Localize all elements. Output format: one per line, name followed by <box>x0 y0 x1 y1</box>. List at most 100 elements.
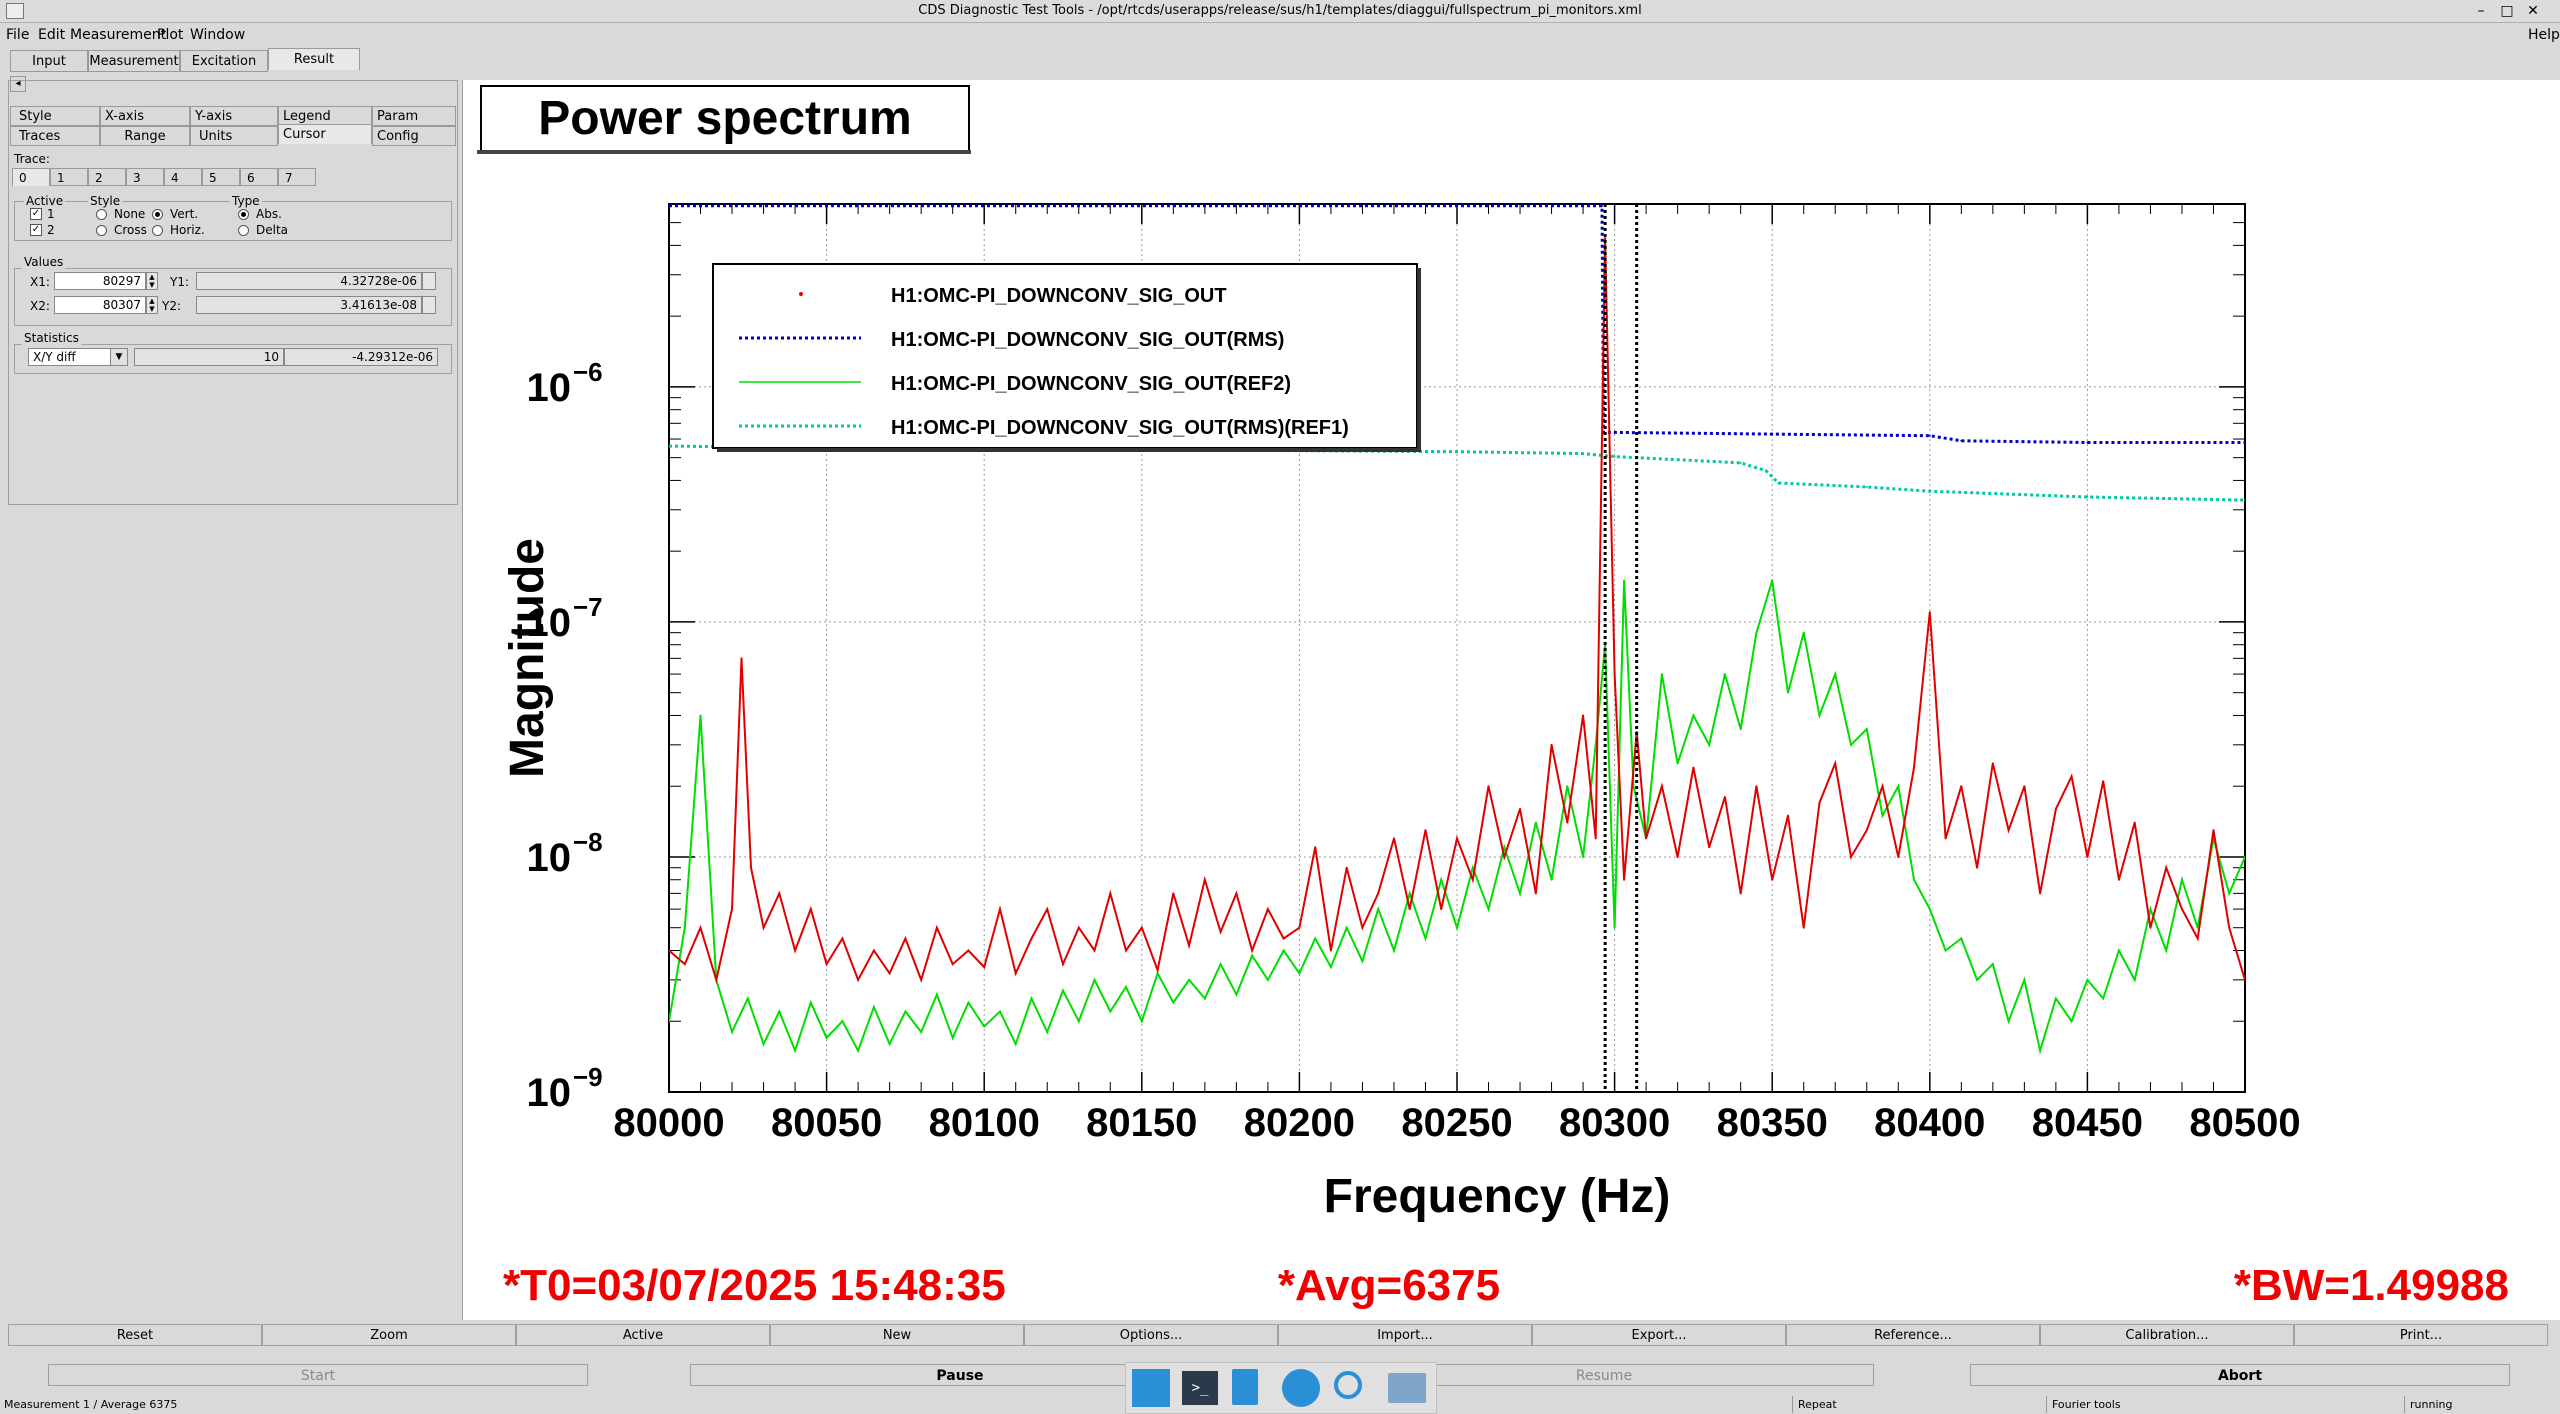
series-2-point <box>1550 878 1553 881</box>
menu-edit[interactable]: Edit <box>38 27 65 43</box>
type-delta-radio[interactable] <box>238 225 249 236</box>
trace-tab-6[interactable]: 6 <box>240 168 278 186</box>
search-icon[interactable] <box>1334 1371 1362 1399</box>
abort-button[interactable]: Abort <box>1970 1364 2510 1386</box>
start-button[interactable]: Start <box>48 1364 588 1386</box>
tab-measurement[interactable]: Measurement <box>88 50 180 72</box>
series-0-point <box>1408 908 1411 911</box>
trace-tab-0[interactable]: 0 <box>12 168 50 186</box>
style-horiz-radio[interactable] <box>152 225 163 236</box>
x-axis-label: Frequency (Hz) <box>1324 1170 1671 1223</box>
type-delta-label: Delta <box>256 223 289 237</box>
style-none-label: None <box>114 207 146 221</box>
trace-tab-1[interactable]: 1 <box>50 168 88 186</box>
series-0-point <box>1172 892 1175 895</box>
x1-field[interactable]: 80297 <box>54 272 146 290</box>
series-2-point <box>1298 972 1301 975</box>
trace-tab-5[interactable]: 5 <box>202 168 240 186</box>
y2-spinner[interactable] <box>422 296 436 314</box>
series-2-point <box>2117 949 2120 952</box>
series-0-point <box>1960 785 1963 788</box>
trace-tab-4[interactable]: 4 <box>164 168 202 186</box>
series-0-point <box>1156 969 1159 972</box>
avg-label: *Avg=6375 <box>1278 1261 1500 1310</box>
menu-file[interactable]: File <box>6 27 29 43</box>
series-0-point <box>1944 837 1947 840</box>
tab-cursor[interactable]: Cursor <box>278 124 372 144</box>
options-button[interactable]: Options... <box>1024 1324 1278 1346</box>
series-2-point <box>699 714 702 717</box>
tab-excitation[interactable]: Excitation <box>180 50 268 72</box>
menu-window[interactable]: Window <box>190 27 245 43</box>
x1-spinner[interactable]: ▲ ▼ <box>146 272 158 290</box>
calibration-button[interactable]: Calibration... <box>2040 1324 2294 1346</box>
plot-area[interactable]: Power spectrum 80000 80050 80100 80150 80200 8… <box>462 80 2560 1320</box>
maximize-button[interactable]: □ <box>2498 2 2516 20</box>
style-none-radio[interactable] <box>96 209 107 220</box>
series-2-point <box>1660 673 1663 676</box>
series-2-point <box>731 1031 734 1034</box>
close-button[interactable]: ✕ <box>2524 2 2542 20</box>
series-0-point <box>1897 855 1900 858</box>
active-1-checkbox[interactable]: ✓ <box>30 208 42 220</box>
tab-range[interactable]: Range <box>100 126 190 146</box>
trace-tab-2[interactable]: 2 <box>88 168 126 186</box>
title-bar: CDS Diagnostic Test Tools - /opt/rtcds/u… <box>0 0 2560 23</box>
type-abs-radio[interactable] <box>238 209 249 220</box>
style-cross-radio[interactable] <box>96 225 107 236</box>
import-button[interactable]: Import... <box>1278 1324 1532 1346</box>
menu-measurement[interactable]: Measurement <box>70 27 166 43</box>
tab-x-axis[interactable]: X-axis <box>100 106 190 126</box>
tab-y-axis[interactable]: Y-axis <box>190 106 278 126</box>
y2-field[interactable]: 3.41613e-08 <box>196 296 422 314</box>
series-0-point <box>857 978 860 981</box>
export-button[interactable]: Export... <box>1532 1324 1786 1346</box>
series-2-point <box>1235 993 1238 996</box>
active-button[interactable]: Active <box>516 1324 770 1346</box>
series-2-point <box>683 926 686 929</box>
tab-traces[interactable]: Traces <box>10 126 100 146</box>
menu-plot[interactable]: Plot <box>157 27 183 43</box>
tab-legend[interactable]: Legend <box>278 106 372 126</box>
style-vert-radio[interactable] <box>152 209 163 220</box>
legend: H1:OMC-PI_DOWNCONV_SIG_OUT H1:OMC-PI_DOWN… <box>712 263 1421 452</box>
dropdown-arrow-icon[interactable]: ▼ <box>110 349 127 365</box>
reference-button[interactable]: Reference... <box>1786 1324 2040 1346</box>
y1-spinner[interactable] <box>422 272 436 290</box>
active-2-checkbox[interactable]: ✓ <box>30 224 42 236</box>
minimize-button[interactable]: – <box>2472 2 2490 20</box>
trace-tab-7[interactable]: 7 <box>278 168 316 186</box>
series-0-point <box>1519 807 1522 810</box>
tab-units[interactable]: Units <box>190 126 278 146</box>
zoom-button[interactable]: Zoom <box>262 1324 516 1346</box>
x2-field[interactable]: 80307 <box>54 296 146 314</box>
series-2-point <box>1125 985 1128 988</box>
tab-style[interactable]: Style <box>10 106 100 126</box>
status-repeat: Repeat <box>1798 1398 1837 1411</box>
menu-help[interactable]: Help <box>2528 27 2560 43</box>
series-2-point <box>841 1020 844 1023</box>
type-abs-label: Abs. <box>256 207 282 221</box>
tab-input[interactable]: Input <box>10 50 88 72</box>
reset-button[interactable]: Reset <box>8 1324 262 1346</box>
tab-result[interactable]: Result <box>268 48 360 70</box>
series-0-point <box>1471 878 1474 881</box>
power-spectrum-chart[interactable]: Power spectrum 80000 80050 80100 80150 80200 8… <box>463 80 2560 1320</box>
series-1-point <box>1928 434 1931 437</box>
statistics-count-field[interactable]: 10 <box>134 348 284 366</box>
series-0-point <box>1708 846 1711 849</box>
new-button[interactable]: New <box>770 1324 1024 1346</box>
y1-field[interactable]: 4.32728e-06 <box>196 272 422 290</box>
series-0-point <box>2070 775 2073 778</box>
statistics-diff-field[interactable]: -4.29312e-06 <box>284 348 438 366</box>
x1-label: X1: <box>30 275 50 289</box>
series-2-point <box>2133 978 2136 981</box>
print-button[interactable]: Print... <box>2294 1324 2548 1346</box>
series-2-point <box>1991 963 1994 966</box>
x2-spinner[interactable]: ▲ ▼ <box>146 296 158 314</box>
trace-tab-3[interactable]: 3 <box>126 168 164 186</box>
tab-config[interactable]: Config <box>372 126 456 146</box>
series-0-point <box>1109 892 1112 895</box>
x-tick-label: 80200 <box>1244 1101 1355 1145</box>
tab-param[interactable]: Param <box>372 106 456 126</box>
